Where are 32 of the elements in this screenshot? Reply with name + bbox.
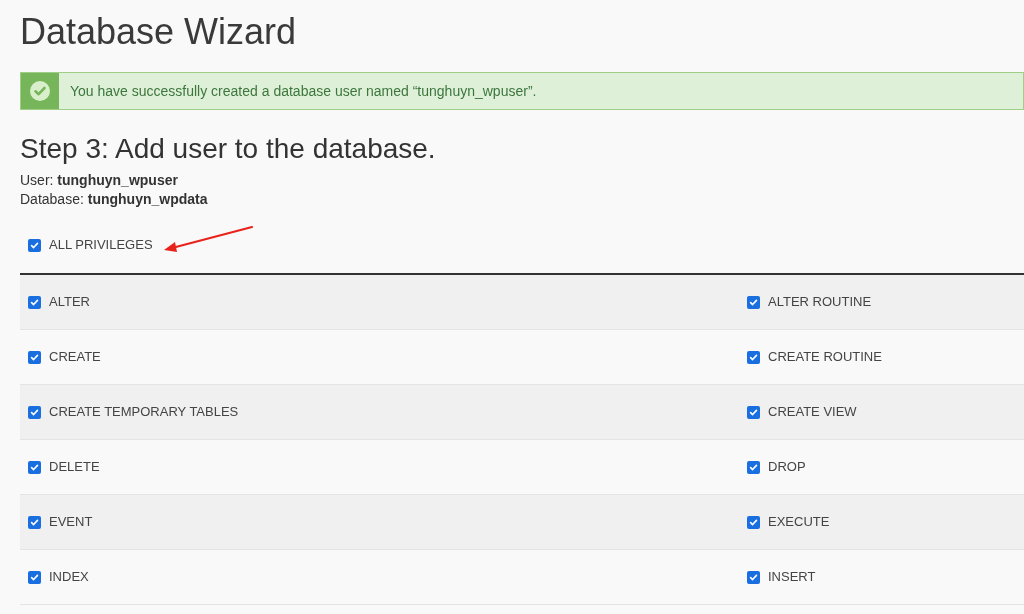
privilege-label[interactable]: EXECUTE [768,512,830,532]
privilege-label[interactable]: ALL PRIVILEGES [49,235,153,255]
detail-line: User: tunghuyn_wpuser [20,171,178,190]
step-heading: Step 3: Add user to the database. [20,132,437,166]
privilege-label[interactable]: CREATE ROUTINE [768,347,882,367]
alert-message: You have successfully created a database user named “tunghuyn_wpuser”. [69,81,537,101]
checkbox[interactable] [28,570,41,584]
privilege-label[interactable]: INSERT [768,567,816,587]
checkbox[interactable] [28,460,41,474]
checkbox[interactable] [747,295,760,309]
privilege-label[interactable]: CREATE [49,347,101,367]
checkbox[interactable] [28,515,41,529]
check-circle-icon [30,81,50,101]
detail-line: Database: tunghuyn_wpdata [20,190,208,209]
checkbox[interactable] [747,570,760,584]
checkbox[interactable] [747,515,760,529]
privilege-label[interactable]: CREATE TEMPORARY TABLES [49,402,239,422]
checkbox[interactable] [747,460,760,474]
privilege-label[interactable]: DELETE [49,457,100,477]
checkbox[interactable] [28,350,41,364]
privilege-label[interactable]: CREATE VIEW [768,402,857,422]
checkbox[interactable] [28,295,41,309]
checkbox[interactable] [28,405,41,419]
privilege-label[interactable]: ALTER [49,292,90,312]
privilege-label[interactable]: EVENT [49,512,93,532]
page-title: Database Wizard [20,10,298,54]
privilege-label[interactable]: ALTER ROUTINE [768,292,872,312]
checkbox[interactable] [28,238,41,252]
privilege-label[interactable]: INDEX [49,567,89,587]
checkbox[interactable] [747,350,760,364]
checkbox[interactable] [747,405,760,419]
privilege-label[interactable]: DROP [768,457,806,477]
